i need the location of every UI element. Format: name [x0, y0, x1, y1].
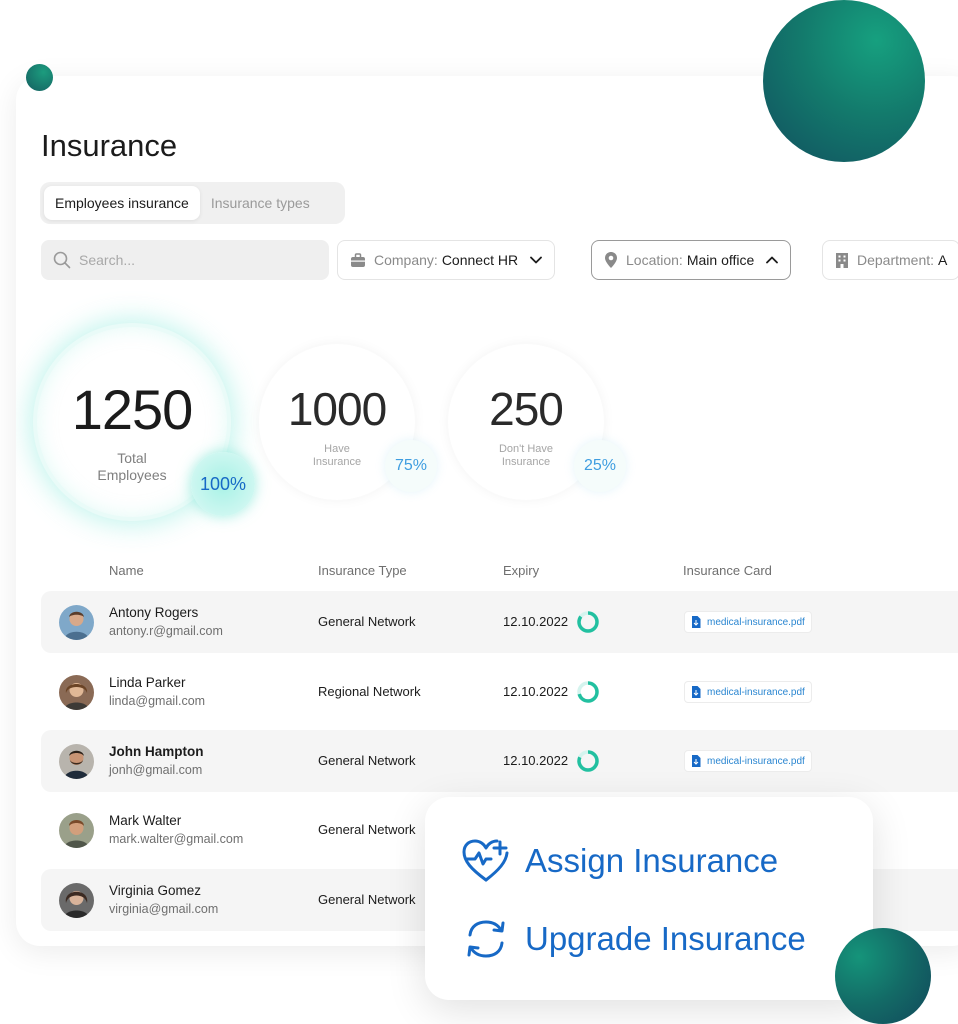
stat-dont-value: 250	[489, 383, 564, 435]
search-box[interactable]	[41, 240, 329, 280]
avatar	[59, 605, 94, 640]
pdf-file-icon	[692, 686, 701, 698]
building-icon	[836, 252, 848, 268]
decorative-circle-large	[763, 0, 925, 162]
employee-email: jonh@gmail.com	[109, 763, 203, 777]
file-name: medical-insurance.pdf	[707, 686, 805, 698]
chevron-up-icon	[766, 256, 779, 264]
location-filter-value: Main office	[686, 252, 755, 268]
insurance-type: General Network	[318, 822, 416, 837]
chevron-down-icon	[530, 256, 542, 264]
search-icon	[53, 251, 71, 269]
upgrade-insurance-button[interactable]: Upgrade Insurance	[461, 917, 806, 961]
search-input[interactable]	[79, 252, 299, 268]
expiry-date: 12.10.2022	[503, 684, 569, 699]
insurance-type: Regional Network	[318, 684, 421, 699]
expiry-progress-ring	[577, 750, 599, 772]
department-filter-value: A	[938, 252, 948, 268]
pdf-file-icon	[692, 755, 701, 767]
department-filter-label: Department:	[857, 252, 935, 268]
employee-name: Mark Walter	[109, 813, 182, 828]
stat-dont-percent: 25%	[574, 440, 626, 492]
column-header-expiry[interactable]: Expiry	[503, 563, 539, 578]
stat-have-insurance: 1000 Have Insurance 75%	[259, 344, 437, 500]
file-name: medical-insurance.pdf	[707, 616, 805, 628]
stat-total-employees: 1250 Total Employees 100%	[37, 327, 255, 517]
decorative-dot	[26, 64, 53, 91]
tab-employees-insurance[interactable]: Employees insurance	[44, 186, 200, 220]
company-filter[interactable]: Company: Connect HR	[337, 240, 556, 280]
heart-plus-icon	[462, 839, 509, 882]
page-title: Insurance	[41, 128, 178, 163]
assign-insurance-label: Assign Insurance	[525, 842, 779, 879]
location-pin-icon	[605, 252, 617, 268]
expiry-progress-ring	[577, 611, 599, 633]
insurance-actions-popup: Assign Insurance Upgrade Insurance	[425, 797, 873, 1000]
employee-name: Antony Rogers	[109, 605, 199, 620]
decorative-circle-small	[835, 928, 931, 1024]
company-filter-value: Connect HR	[441, 252, 519, 268]
table-row[interactable]: John Hampton jonh@gmail.com General Netw…	[41, 730, 958, 792]
stat-total-value: 1250	[71, 378, 194, 441]
upgrade-insurance-label: Upgrade Insurance	[525, 920, 806, 957]
insurance-type: General Network	[318, 892, 416, 907]
pdf-file-icon	[692, 616, 701, 628]
refresh-icon	[467, 920, 505, 958]
stat-total-percent: 100%	[191, 452, 255, 516]
column-header-insurance-card[interactable]: Insurance Card	[683, 563, 772, 578]
location-filter-label: Location:	[626, 252, 683, 268]
column-header-insurance-type[interactable]: Insurance Type	[318, 563, 407, 578]
department-filter[interactable]: Department: A	[822, 240, 958, 280]
insurance-type: General Network	[318, 753, 416, 768]
employee-name: John Hampton	[109, 744, 204, 759]
expiry-date: 12.10.2022	[503, 614, 569, 629]
insurance-card-file[interactable]: medical-insurance.pdf	[684, 750, 812, 772]
expiry-progress-ring	[577, 681, 599, 703]
stat-have-value: 1000	[287, 383, 387, 435]
file-name: medical-insurance.pdf	[707, 755, 805, 767]
briefcase-icon	[351, 252, 365, 267]
employee-name: Linda Parker	[109, 675, 186, 690]
avatar	[59, 813, 94, 848]
avatar	[59, 744, 94, 779]
column-header-name[interactable]: Name	[109, 563, 144, 578]
table-row[interactable]: Antony Rogers antony.r@gmail.com General…	[41, 591, 958, 653]
company-filter-label: Company:	[374, 252, 438, 268]
employee-email: virginia@gmail.com	[109, 902, 219, 916]
employee-email: antony.r@gmail.com	[109, 624, 223, 638]
avatar	[59, 675, 94, 710]
stat-dont-have-insurance: 250 Don't Have Insurance 25%	[448, 344, 626, 500]
avatar	[59, 883, 94, 918]
table-row[interactable]: Linda Parker linda@gmail.com Regional Ne…	[41, 661, 958, 723]
employee-name: Virginia Gomez	[109, 883, 202, 898]
insurance-card-file[interactable]: medical-insurance.pdf	[684, 611, 812, 633]
employee-email: mark.walter@gmail.com	[109, 832, 244, 846]
location-filter[interactable]: Location: Main office	[591, 240, 792, 280]
tab-bar: Employees insurance Insurance types	[40, 182, 345, 224]
insurance-card-file[interactable]: medical-insurance.pdf	[684, 681, 812, 703]
employee-email: linda@gmail.com	[109, 694, 206, 708]
assign-insurance-button[interactable]: Assign Insurance	[461, 838, 778, 884]
expiry-date: 12.10.2022	[503, 753, 569, 768]
tab-insurance-types[interactable]: Insurance types	[200, 186, 321, 220]
insurance-type: General Network	[318, 614, 416, 629]
stat-have-percent: 75%	[385, 440, 437, 492]
